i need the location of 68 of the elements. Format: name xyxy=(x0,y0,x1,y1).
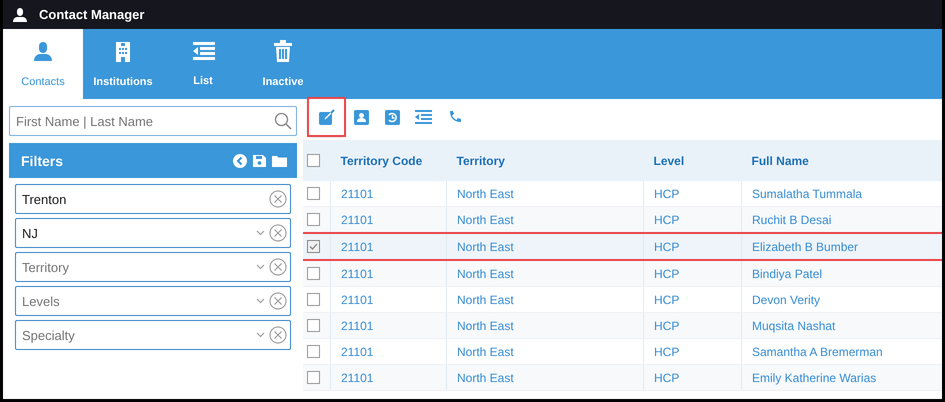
contact-card-icon[interactable] xyxy=(354,110,369,124)
table-cell: North East xyxy=(446,233,644,260)
checkbox[interactable] xyxy=(307,319,320,332)
checkbox[interactable] xyxy=(307,187,320,200)
tab[interactable]: List xyxy=(163,29,243,99)
tab[interactable]: Inactive xyxy=(243,29,323,99)
table-cell: North East xyxy=(446,260,644,286)
list-indent-icon[interactable] xyxy=(415,110,432,124)
column-header[interactable]: Territory Code xyxy=(330,140,446,181)
table-cell: HCP xyxy=(644,312,742,338)
checkbox[interactable] xyxy=(307,240,320,253)
table-cell: 21101 xyxy=(330,206,446,233)
filter-dropdown[interactable]: Levels xyxy=(15,286,291,316)
window-title: Contact Manager xyxy=(39,7,144,22)
clear-icon[interactable] xyxy=(269,224,287,242)
checkbox[interactable] xyxy=(307,345,320,358)
filter-dropdown[interactable]: Territory xyxy=(15,252,291,282)
filter-dropdown[interactable]: NJ xyxy=(15,218,291,248)
clear-icon[interactable] xyxy=(269,258,287,276)
checkbox[interactable] xyxy=(307,213,320,226)
filter-dropdown[interactable]: Specialty xyxy=(15,320,291,350)
table-cell: HCP xyxy=(644,364,742,390)
table-cell: 21101 xyxy=(330,260,446,286)
trash-icon xyxy=(274,40,292,62)
search-icon[interactable] xyxy=(274,112,292,130)
folder-icon[interactable] xyxy=(272,154,287,166)
table-cell: North East xyxy=(446,364,644,390)
column-header[interactable]: Territory xyxy=(446,140,644,181)
checkbox[interactable] xyxy=(307,293,320,306)
table-cell: Muqsita Nashat xyxy=(742,312,942,338)
table-cell: HCP xyxy=(644,260,742,286)
table-cell: HCP xyxy=(644,233,742,260)
table-cell: 21101 xyxy=(330,364,446,390)
table-cell: 21101 xyxy=(330,312,446,338)
table-cell: Ruchit B Desai xyxy=(742,206,942,233)
save-icon[interactable] xyxy=(253,154,266,167)
clear-icon[interactable] xyxy=(269,326,287,344)
chevron-down-icon[interactable] xyxy=(256,298,265,304)
table-cell: Elizabeth B Bumber xyxy=(742,233,942,260)
checkbox[interactable] xyxy=(307,154,320,167)
chevron-down-icon[interactable] xyxy=(256,230,265,236)
chevron-down-icon[interactable] xyxy=(256,264,265,270)
search-field[interactable]: First Name | Last Name xyxy=(9,106,297,136)
table-cell: HCP xyxy=(644,206,742,233)
table-cell: Bindiya Patel xyxy=(742,260,942,286)
tab[interactable]: Institutions xyxy=(83,29,163,99)
checkbox[interactable] xyxy=(307,371,320,384)
person-icon xyxy=(13,7,27,22)
clear-icon[interactable] xyxy=(269,190,287,208)
edit-icon[interactable] xyxy=(318,109,334,125)
filter-field[interactable]: Trenton xyxy=(15,184,291,214)
table-cell: 21101 xyxy=(330,233,446,260)
chevron-down-icon[interactable] xyxy=(256,332,265,338)
list-indent-icon xyxy=(191,41,215,61)
column-header[interactable]: Level xyxy=(644,140,742,181)
history-icon[interactable] xyxy=(385,110,400,124)
table-cell: Emily Katherine Warias xyxy=(742,364,942,390)
filters-title: Filters xyxy=(21,152,64,168)
table-cell: North East xyxy=(446,312,644,338)
phone-icon[interactable] xyxy=(448,110,462,124)
building-icon xyxy=(113,40,133,62)
person-icon xyxy=(32,40,54,62)
table-cell: North East xyxy=(446,206,644,233)
column-header[interactable]: Full Name xyxy=(742,140,942,181)
checkbox[interactable] xyxy=(307,267,320,280)
tab[interactable]: Contacts xyxy=(3,29,83,99)
back-icon[interactable] xyxy=(233,154,247,168)
clear-icon[interactable] xyxy=(269,292,287,310)
